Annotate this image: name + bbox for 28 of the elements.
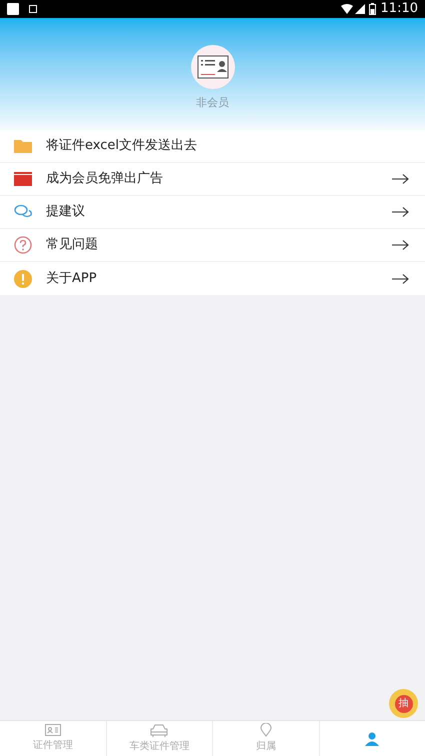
menu-label: 常见问题 [46,236,99,254]
menu-item[interactable]: 常见问题 [0,229,425,262]
menu-label: 关于APP [46,270,98,288]
notification-icon [7,3,19,15]
location-pin-icon [260,723,272,737]
chat-bubbles-icon [14,204,32,220]
menu-item[interactable]: 关于APP [0,262,425,295]
menu-label: 成为会员免弹出广告 [46,170,164,188]
signal-icon [354,4,365,14]
exclamation-icon [14,270,32,288]
vip-icon [14,172,32,186]
membership-status: 非会员 [196,95,229,111]
id-card-icon [44,724,61,736]
lottery-button[interactable]: 抽 [389,689,418,718]
notification-icon [29,5,37,13]
menu-item[interactable]: 提建议 [0,196,425,229]
menu-item[interactable]: 成为会员免弹出广告 [0,163,425,196]
clock-time: 11:10 [380,0,418,18]
id-card-icon [196,55,228,79]
car-icon [150,724,168,736]
menu-item[interactable]: 将证件excel文件发送出去 [0,130,425,163]
battery-icon [368,3,376,15]
wifi-icon [340,4,353,14]
person-icon [365,732,380,746]
question-icon [14,236,32,254]
folder-icon [14,139,32,153]
menu-label: 提建议 [46,203,86,222]
menu-label: 将证件excel文件发送出去 [46,137,198,156]
